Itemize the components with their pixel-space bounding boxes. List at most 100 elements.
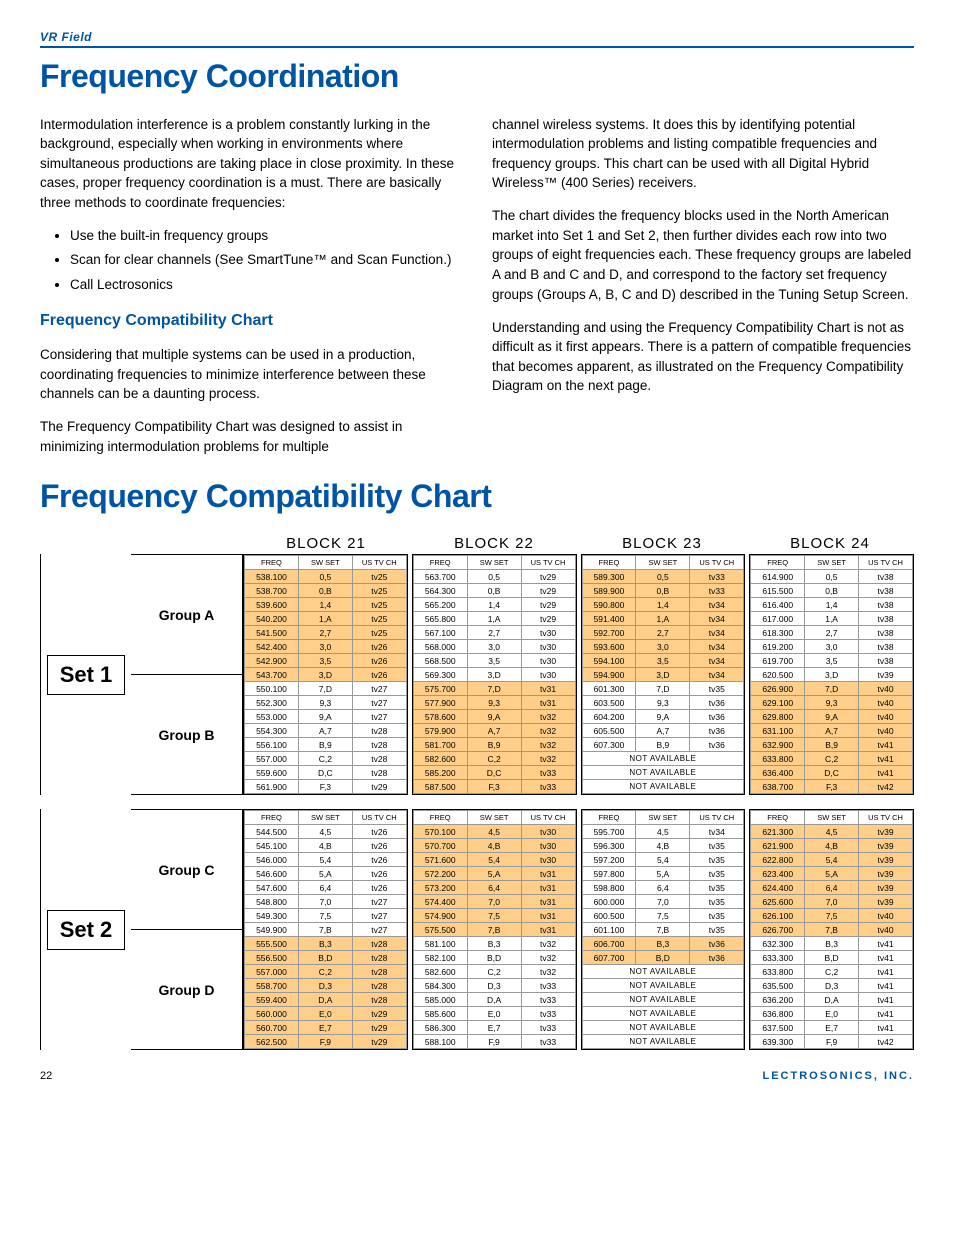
freq-cell: 605.500: [582, 724, 636, 738]
swset-cell: E,0: [298, 1007, 352, 1021]
body-paragraph: Considering that multiple systems can be…: [40, 345, 462, 404]
tvch-cell: tv35: [690, 682, 744, 696]
swset-cell: 5,4: [805, 853, 859, 867]
freq-cell: 541.500: [245, 626, 299, 640]
freq-row: 626.7007,Btv40: [751, 923, 913, 937]
swset-cell: 9,A: [805, 710, 859, 724]
block-column: FREQSW SETUS TV CH570.1004,5tv30570.7004…: [412, 809, 577, 1050]
tvch-cell: tv28: [352, 979, 406, 993]
freq-row: 545.1004,Btv26: [245, 839, 407, 853]
freq-row: 593.6003,0tv34: [582, 640, 744, 654]
left-column: Intermodulation interference is a proble…: [40, 101, 462, 470]
freq-row: 571.6005,4tv30: [413, 853, 575, 867]
swset-cell: 7,B: [805, 923, 859, 937]
block-column: FREQSW SETUS TV CH589.3000,5tv33589.9000…: [581, 554, 746, 795]
tvch-cell: tv36: [690, 724, 744, 738]
freq-cell: 621.300: [751, 825, 805, 839]
freq-cell: 574.400: [413, 895, 467, 909]
tvch-cell: tv35: [690, 867, 744, 881]
freq-row: 555.500B,3tv28: [245, 937, 407, 951]
swset-cell: 5,A: [805, 867, 859, 881]
tvch-cell: tv27: [352, 696, 406, 710]
freq-cell: 560.000: [245, 1007, 299, 1021]
tvch-cell: tv34: [690, 598, 744, 612]
col-head: US TV CH: [521, 811, 575, 825]
tvch-cell: tv31: [521, 909, 575, 923]
tvch-cell: tv41: [859, 979, 913, 993]
freq-row: 600.0007,0tv35: [582, 895, 744, 909]
tvch-cell: tv38: [859, 570, 913, 584]
freq-row: 591.4001,Atv34: [582, 612, 744, 626]
freq-row: 589.3000,5tv33: [582, 570, 744, 584]
swset-cell: 2,7: [636, 626, 690, 640]
body-paragraph: The chart divides the frequency blocks u…: [492, 206, 914, 304]
freq-cell: 597.200: [582, 853, 636, 867]
freq-cell: 616.400: [751, 598, 805, 612]
freq-cell: 587.500: [413, 780, 467, 794]
swset-cell: D,C: [467, 766, 521, 780]
freq-row: NOT AVAILABLE: [582, 1021, 744, 1035]
tvch-cell: tv28: [352, 965, 406, 979]
swset-cell: D,A: [467, 993, 521, 1007]
freq-row: 601.1007,Btv35: [582, 923, 744, 937]
freq-cell: 556.100: [245, 738, 299, 752]
freq-cell: 637.500: [751, 1021, 805, 1035]
tvch-cell: tv41: [859, 965, 913, 979]
tvch-cell: tv30: [521, 654, 575, 668]
freq-cell: 557.000: [245, 752, 299, 766]
swset-cell: 4,5: [298, 825, 352, 839]
freq-cell: 572.200: [413, 867, 467, 881]
swset-cell: 1,4: [805, 598, 859, 612]
freq-row: NOT AVAILABLE: [582, 979, 744, 993]
freq-row: 633.800C,2tv41: [751, 965, 913, 979]
tvch-cell: tv32: [521, 965, 575, 979]
tvch-cell: tv36: [690, 951, 744, 965]
freq-row: 547.6006,4tv26: [245, 881, 407, 895]
freq-cell: 589.300: [582, 570, 636, 584]
group-d-label: Group D: [131, 929, 242, 1049]
freq-row: 621.3004,5tv39: [751, 825, 913, 839]
freq-cell: 568.000: [413, 640, 467, 654]
tvch-cell: tv25: [352, 612, 406, 626]
tvch-cell: tv35: [690, 853, 744, 867]
swset-cell: C,2: [298, 965, 352, 979]
swset-cell: 1,A: [298, 612, 352, 626]
swset-cell: 4,B: [805, 839, 859, 853]
block-label: BLOCK 22: [410, 535, 578, 552]
freq-row: 575.5007,Btv31: [413, 923, 575, 937]
swset-cell: 1,4: [298, 598, 352, 612]
freq-cell: 631.100: [751, 724, 805, 738]
tvch-cell: tv32: [521, 710, 575, 724]
tvch-cell: tv39: [859, 668, 913, 682]
col-head: FREQ: [582, 556, 636, 570]
freq-row: 560.700E,7tv29: [245, 1021, 407, 1035]
freq-row: 607.300B,9tv36: [582, 738, 744, 752]
freq-row: 568.0003,0tv30: [413, 640, 575, 654]
freq-row: 588.100F,9tv33: [413, 1035, 575, 1049]
tvch-cell: tv41: [859, 1021, 913, 1035]
tvch-cell: tv29: [352, 1021, 406, 1035]
swset-cell: A,7: [298, 724, 352, 738]
col-head: FREQ: [751, 556, 805, 570]
swset-cell: F,3: [298, 780, 352, 794]
tvch-cell: tv35: [690, 909, 744, 923]
freq-cell: 617.000: [751, 612, 805, 626]
swset-cell: B,3: [467, 937, 521, 951]
freq-cell: 582.600: [413, 965, 467, 979]
freq-row: 561.900F,3tv29: [245, 780, 407, 794]
freq-cell: 598.800: [582, 881, 636, 895]
swset-cell: E,7: [298, 1021, 352, 1035]
swset-cell: D,3: [805, 979, 859, 993]
freq-cell: 638.700: [751, 780, 805, 794]
freq-cell: 542.900: [245, 654, 299, 668]
tvch-cell: tv28: [352, 752, 406, 766]
freq-cell: 586.300: [413, 1021, 467, 1035]
freq-cell: 615.500: [751, 584, 805, 598]
freq-row: 633.800C,2tv41: [751, 752, 913, 766]
tvch-cell: tv40: [859, 682, 913, 696]
tvch-cell: tv42: [859, 1035, 913, 1049]
freq-cell: 594.900: [582, 668, 636, 682]
col-head: SW SET: [636, 811, 690, 825]
freq-cell: 560.700: [245, 1021, 299, 1035]
swset-cell: 3,D: [467, 668, 521, 682]
